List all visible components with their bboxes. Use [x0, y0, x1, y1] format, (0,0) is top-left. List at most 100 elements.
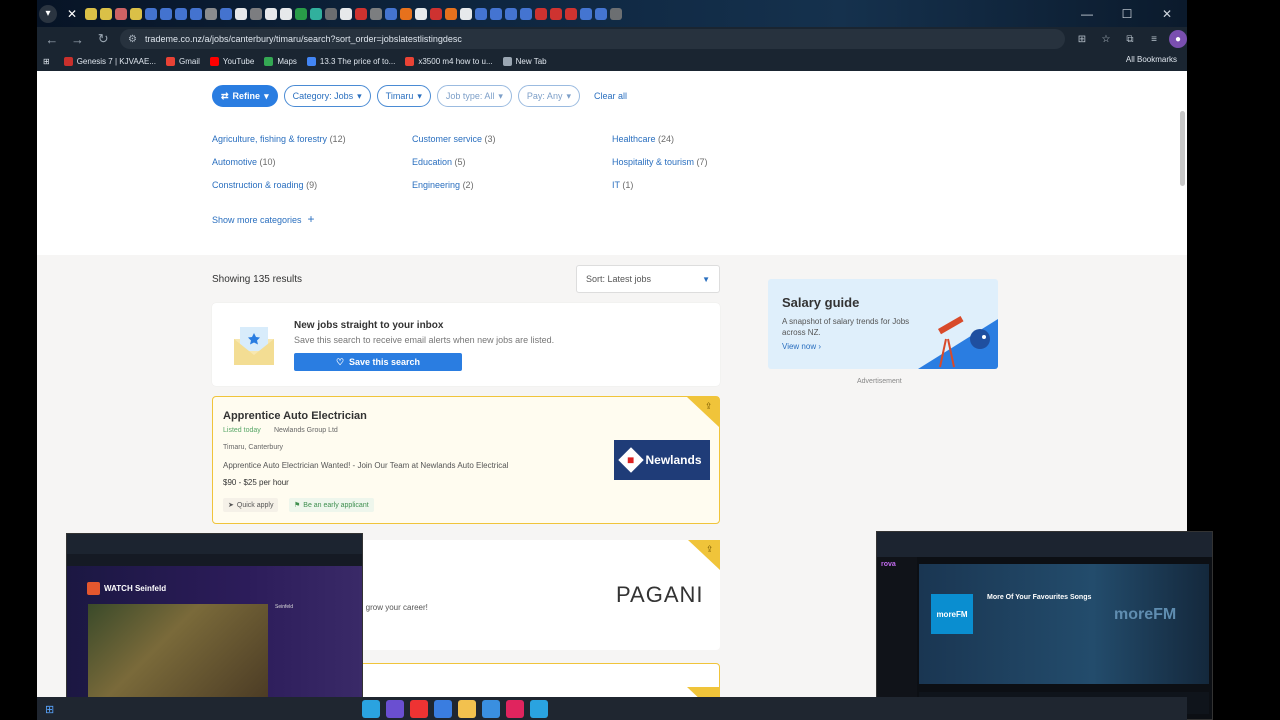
- bookmark-item[interactable]: Genesis 7 | KJVAAE...: [63, 56, 156, 66]
- bookmark-star-icon[interactable]: ☆: [1097, 30, 1115, 48]
- pinned-tab-icon[interactable]: [535, 7, 547, 20]
- scrollbar[interactable]: [1180, 111, 1185, 186]
- category-link[interactable]: Engineering (2): [412, 180, 612, 190]
- category-link[interactable]: Healthcare (24): [612, 134, 812, 144]
- close-tab-icon[interactable]: ✕: [63, 5, 81, 23]
- pinned-tab-icon[interactable]: [445, 7, 457, 20]
- windows-start-icon[interactable]: ⊞: [45, 703, 57, 716]
- taskbar-app-icon[interactable]: [362, 699, 380, 718]
- close-window-icon[interactable]: ✕: [1147, 0, 1187, 27]
- category-link[interactable]: Hospitality & tourism (7): [612, 157, 812, 167]
- video-overlay-window[interactable]: WATCH Seinfeld Seinfeld: [66, 533, 363, 720]
- bookmark-item[interactable]: x3500 m4 how to u...: [405, 56, 493, 66]
- forward-icon[interactable]: →: [67, 28, 89, 50]
- pinned-tab-icon[interactable]: [175, 7, 187, 20]
- category-link[interactable]: Customer service (3): [412, 134, 612, 144]
- install-icon[interactable]: ⊞: [1073, 30, 1091, 48]
- reload-icon[interactable]: ↻: [92, 28, 114, 50]
- category-name: Engineering: [412, 180, 461, 190]
- pinned-tab-icon[interactable]: [100, 7, 112, 20]
- sort-dropdown[interactable]: Sort: Latest jobs ▼: [576, 265, 720, 293]
- url-bar[interactable]: ⚙ trademe.co.nz/a/jobs/canterbury/timaru…: [119, 29, 1065, 49]
- pinned-tab-icon[interactable]: [520, 7, 532, 20]
- extensions-icon[interactable]: ⧉: [1121, 30, 1139, 48]
- pinned-tab-icon[interactable]: [130, 7, 142, 20]
- pinned-tab-icon[interactable]: [340, 7, 352, 20]
- pinned-tab-icon[interactable]: [145, 7, 157, 20]
- apps-icon[interactable]: ⊞: [43, 57, 50, 66]
- category-filter[interactable]: Category: Jobs ▾: [283, 85, 371, 107]
- pinned-tab-icon[interactable]: [85, 7, 97, 20]
- pinned-tab-icon[interactable]: [400, 7, 412, 20]
- pinned-tab-icon[interactable]: [595, 7, 607, 20]
- taskbar-app-icon[interactable]: [482, 699, 500, 718]
- chevron-down-icon: ▼: [702, 274, 710, 284]
- pinned-tab-icon[interactable]: [430, 7, 442, 20]
- bookmark-item[interactable]: Maps: [264, 56, 297, 66]
- category-link[interactable]: Automotive (10): [212, 157, 412, 167]
- clear-all-link[interactable]: Clear all: [594, 91, 627, 101]
- taskbar-app-icon[interactable]: [410, 699, 428, 718]
- tab-search-icon[interactable]: ▾: [39, 4, 57, 23]
- bookmark-item[interactable]: 13.3 The price of to...: [306, 56, 395, 66]
- pinned-tab-icon[interactable]: [505, 7, 517, 20]
- pinned-tab-icon[interactable]: [325, 7, 337, 20]
- pinned-tab-icon[interactable]: [115, 7, 127, 20]
- save-search-button[interactable]: ♡ Save this search: [294, 353, 462, 371]
- job-type-filter[interactable]: Job type: All ▾: [436, 85, 512, 107]
- pinned-tab-icon[interactable]: [565, 7, 577, 20]
- pinned-tab-icon[interactable]: [550, 7, 562, 20]
- pay-filter[interactable]: Pay: Any ▾: [517, 85, 580, 107]
- category-link[interactable]: Agriculture, fishing & forestry (12): [212, 134, 412, 144]
- pinned-tab-icon[interactable]: [415, 7, 427, 20]
- pinned-tab-icon[interactable]: [295, 7, 307, 20]
- show-more-categories[interactable]: Show more categories +: [212, 212, 315, 226]
- pinned-tab-icon[interactable]: [490, 7, 502, 20]
- taskbar-app-icon[interactable]: [506, 699, 524, 718]
- location-filter[interactable]: Timaru ▾: [376, 85, 431, 107]
- pinned-tab-icon[interactable]: [310, 7, 322, 20]
- profile-avatar[interactable]: ●: [1169, 30, 1187, 48]
- category-link[interactable]: Education (5): [412, 157, 612, 167]
- bookmark-item[interactable]: YouTube: [209, 56, 254, 66]
- pinned-tab-icon[interactable]: [475, 7, 487, 20]
- advertisement-label: Advertisement: [857, 378, 902, 385]
- taskbar-app-icon[interactable]: [530, 699, 548, 718]
- salary-guide-ad[interactable]: Salary guide A snapshot of salary trends…: [768, 279, 998, 369]
- job-card[interactable]: ⇪ Apprentice Auto Electrician Listed tod…: [212, 396, 720, 524]
- all-bookmarks[interactable]: All Bookmarks: [1126, 55, 1177, 64]
- pinned-tab-icon[interactable]: [220, 7, 232, 20]
- taskbar-app-icon[interactable]: [386, 699, 404, 718]
- pinned-tab-icon[interactable]: [205, 7, 217, 20]
- overlay-nav: [67, 554, 362, 566]
- pinned-tab-icon[interactable]: [355, 7, 367, 20]
- pinned-tab-icon[interactable]: [280, 7, 292, 20]
- minimize-icon[interactable]: —: [1067, 0, 1107, 27]
- job-title[interactable]: Apprentice Auto Electrician: [223, 410, 367, 422]
- site-info-icon[interactable]: ⚙: [128, 34, 137, 45]
- bookmark-item[interactable]: New Tab: [502, 56, 547, 66]
- pinned-tab-icon[interactable]: [460, 7, 472, 20]
- pinned-tab-icon[interactable]: [610, 7, 622, 20]
- maximize-icon[interactable]: ☐: [1107, 0, 1147, 27]
- pinned-tab-icon[interactable]: [370, 7, 382, 20]
- bookmark-favicon-icon: [209, 56, 219, 66]
- category-link[interactable]: IT (1): [612, 180, 812, 190]
- refine-button[interactable]: ⇄ Refine ▾: [212, 85, 278, 107]
- taskbar-app-icon[interactable]: [434, 699, 452, 718]
- pinned-tab-icon[interactable]: [235, 7, 247, 20]
- taskbar-app-icon[interactable]: [458, 699, 476, 718]
- view-now-link[interactable]: View now ›: [782, 342, 821, 351]
- pinned-tab-icon[interactable]: [265, 7, 277, 20]
- back-icon[interactable]: ←: [41, 28, 63, 50]
- pinned-tab-icon[interactable]: [160, 7, 172, 20]
- rova-logo: rova: [881, 561, 896, 568]
- pinned-tab-icon[interactable]: [580, 7, 592, 20]
- pinned-tab-icon[interactable]: [190, 7, 202, 20]
- pinned-tab-icon[interactable]: [250, 7, 262, 20]
- category-link[interactable]: Construction & roading (9): [212, 180, 412, 190]
- bookmark-item[interactable]: Gmail: [166, 56, 200, 66]
- pinned-tab-icon[interactable]: [385, 7, 397, 20]
- radio-overlay-window[interactable]: rova moreFM More Of Your Favourites Song…: [876, 531, 1213, 720]
- sidebar-icon[interactable]: ≡: [1145, 30, 1163, 48]
